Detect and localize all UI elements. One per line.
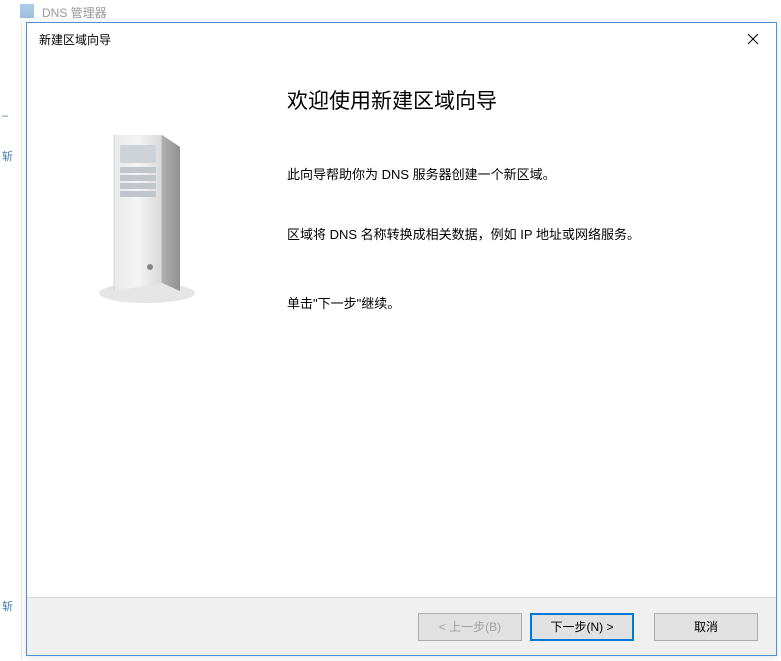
- wizard-paragraph-2: 区域将 DNS 名称转换成相关数据，例如 IP 地址或网络服务。: [287, 225, 736, 245]
- wizard-illustration-pane: [27, 55, 267, 597]
- wizard-text-pane: 欢迎使用新建区域向导 此向导帮助你为 DNS 服务器创建一个新区域。 区域将 D…: [267, 55, 776, 597]
- new-zone-wizard-dialog: 新建区域向导: [26, 22, 777, 656]
- wizard-paragraph-3: 单击"下一步"继续。: [287, 294, 736, 314]
- server-tower-icon: [92, 115, 202, 305]
- left-mark: –: [2, 110, 8, 122]
- parent-window-title: DNS 管理器: [42, 4, 107, 21]
- wizard-paragraph-1: 此向导帮助你为 DNS 服务器创建一个新区域。: [287, 165, 736, 185]
- wizard-title: 新建区域向导: [39, 31, 111, 48]
- wizard-titlebar: 新建区域向导: [27, 23, 776, 55]
- back-button: < 上一步(B): [418, 613, 522, 641]
- left-mark: 斩: [2, 598, 13, 614]
- next-button[interactable]: 下一步(N) >: [530, 613, 634, 641]
- dns-manager-icon: [20, 4, 34, 18]
- close-button[interactable]: [730, 23, 776, 55]
- wizard-heading: 欢迎使用新建区域向导: [287, 85, 736, 115]
- close-icon: [747, 33, 759, 45]
- left-mark: 斩: [2, 148, 13, 164]
- wizard-button-bar: < 上一步(B) 下一步(N) > 取消: [27, 597, 776, 655]
- wizard-content: 欢迎使用新建区域向导 此向导帮助你为 DNS 服务器创建一个新区域。 区域将 D…: [27, 55, 776, 597]
- cancel-button[interactable]: 取消: [654, 613, 758, 641]
